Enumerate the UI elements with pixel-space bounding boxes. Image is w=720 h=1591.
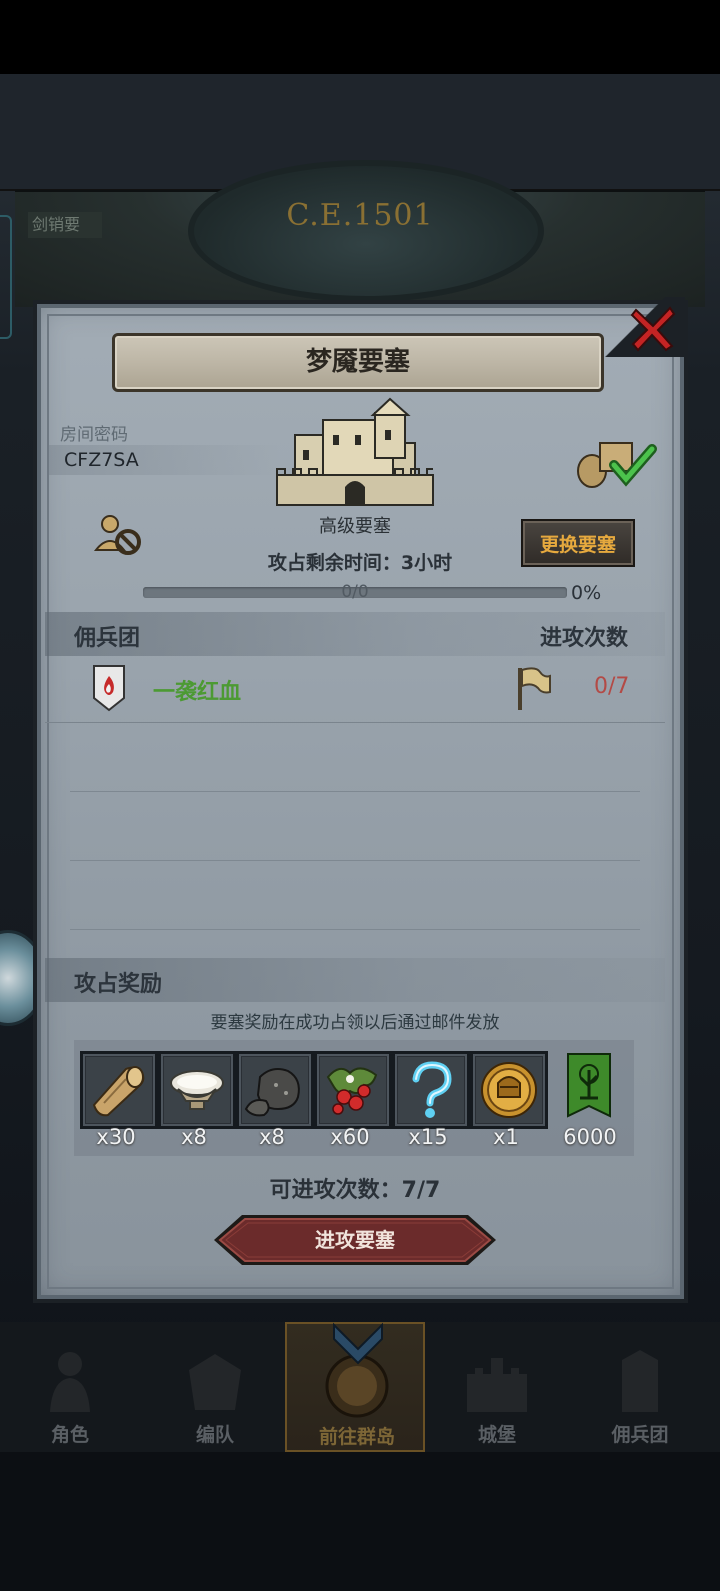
status-bar <box>0 0 720 74</box>
attack-flag-icon <box>518 667 551 710</box>
mercenary-header: 佣兵团 <box>74 626 141 651</box>
reward-ore[interactable] <box>236 1051 314 1129</box>
era-label: C.E.1501 <box>286 198 434 233</box>
attack-button-label: 进攻要塞 <box>315 1228 395 1252</box>
close-x-icon <box>630 306 676 352</box>
reward-count-helmet: x1 <box>493 1125 519 1149</box>
empty-row-divider <box>70 860 640 861</box>
castle-icon <box>467 1358 527 1412</box>
side-tab[interactable] <box>0 215 12 339</box>
knight-helmet-coin-icon <box>476 1057 542 1123</box>
nav-label-islands: 前往群岛 <box>318 1426 395 1448</box>
nav-item-castle[interactable]: 城堡 <box>427 1322 567 1452</box>
nav-label-mercenary: 佣兵团 <box>611 1424 669 1446</box>
wood-log-icon <box>86 1057 152 1123</box>
mercenary-name[interactable]: 一袭红血 <box>153 674 241 706</box>
empty-row-divider <box>70 929 640 930</box>
nav-label-character: 角色 <box>50 1424 89 1446</box>
reward-helmet-coin[interactable] <box>470 1051 548 1129</box>
progress-count: 0/0 <box>341 582 369 602</box>
dialog-title: 梦魇要塞 <box>305 347 410 377</box>
empty-row-divider <box>70 791 640 792</box>
era-tag: 剑销要 <box>28 212 102 238</box>
blue-mystery-icon <box>398 1057 464 1123</box>
fire-shield-icon <box>93 665 125 712</box>
reward-count-berries: x60 <box>330 1125 370 1149</box>
nav-item-formation[interactable]: 编队 <box>145 1322 285 1452</box>
nav-label-formation: 编队 <box>195 1424 234 1446</box>
reward-note: 要塞奖励在成功占领以后通过邮件发放 <box>210 1013 500 1033</box>
room-code-value[interactable]: CFZ7SA <box>64 449 139 471</box>
fortress-castle-icon <box>276 397 434 506</box>
mercenary-attacks: 0/7 <box>594 674 630 699</box>
reward-wood[interactable] <box>80 1051 158 1129</box>
mercenary-icon <box>622 1350 658 1412</box>
time-remaining: 攻占剩余时间：3小时 <box>267 552 453 574</box>
nav-label-castle: 城堡 <box>477 1424 516 1446</box>
stone-bowl-icon <box>164 1057 230 1123</box>
room-code-label: 房间密码 <box>60 425 128 445</box>
progress-percent: 0% <box>571 582 602 604</box>
nav-item-mercenary[interactable]: 佣兵团 <box>570 1322 710 1452</box>
tree-banner-icon[interactable] <box>566 1052 612 1122</box>
supply-check-icon[interactable] <box>574 435 658 491</box>
reward-count-banner: 6000 <box>563 1125 617 1149</box>
reward-mystery[interactable] <box>392 1051 470 1129</box>
reward-bowl[interactable] <box>158 1051 236 1129</box>
fortress-level-label: 高级要塞 <box>319 516 391 537</box>
reward-count-mystery: x15 <box>408 1125 448 1149</box>
armor-icon <box>189 1354 241 1410</box>
reward-berries[interactable] <box>314 1051 392 1129</box>
reward-count-bowl: x8 <box>181 1125 207 1149</box>
home-indicator-area <box>0 1452 720 1591</box>
reward-count-wood: x30 <box>96 1125 136 1149</box>
available-attempts: 可进攻次数：7/7 <box>269 1178 441 1203</box>
knight-icon <box>50 1352 90 1412</box>
reward-count-ore: x8 <box>259 1125 285 1149</box>
nav-item-character[interactable]: 角色 <box>0 1322 140 1452</box>
attack-count-header: 进攻次数 <box>540 626 629 651</box>
reward-header: 攻占奖励 <box>74 972 163 997</box>
chevron-down-icon <box>333 1322 383 1365</box>
close-button[interactable] <box>626 302 680 356</box>
attack-fortress-button[interactable]: 进攻要塞 <box>212 1213 498 1267</box>
red-berries-icon <box>320 1057 386 1123</box>
ore-rock-icon <box>242 1057 308 1123</box>
mercenary-row[interactable] <box>45 658 665 723</box>
